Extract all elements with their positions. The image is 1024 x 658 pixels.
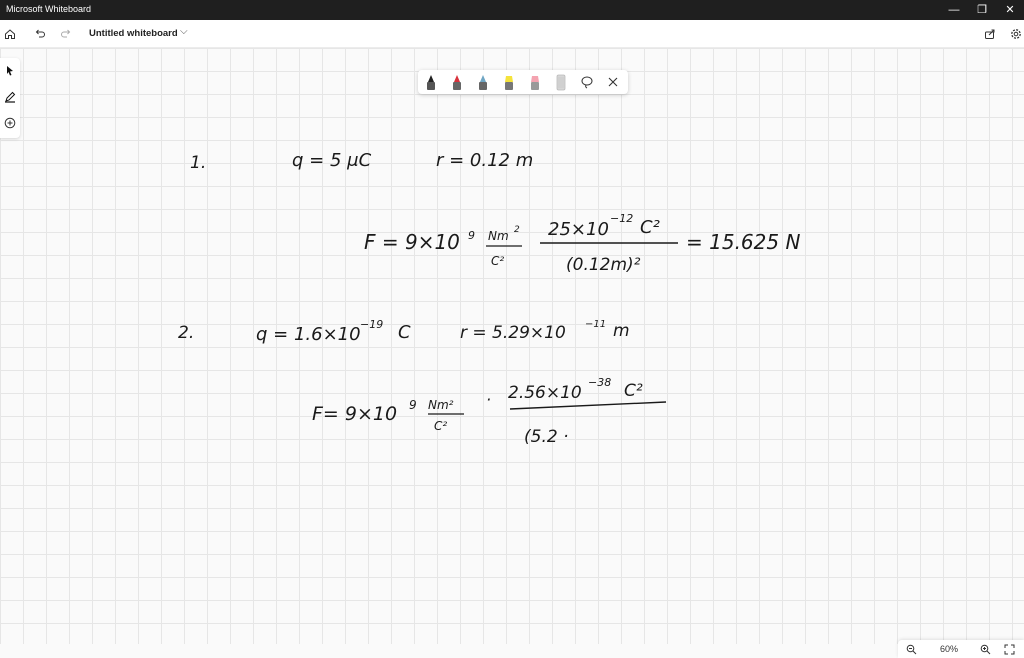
zoom-in-icon bbox=[980, 644, 990, 654]
zoom-out-icon bbox=[906, 644, 916, 654]
close-window-button[interactable]: ✕ bbox=[994, 2, 1024, 18]
pen-icon bbox=[453, 75, 461, 90]
app-title: Microsoft Whiteboard bbox=[6, 4, 92, 14]
chevron-down-icon[interactable]: ⌵ bbox=[180, 26, 188, 37]
redo-icon bbox=[61, 29, 71, 38]
lasso-icon bbox=[581, 76, 593, 89]
pink-highlighter-button[interactable] bbox=[528, 73, 542, 91]
fit-to-screen-button[interactable] bbox=[1002, 642, 1016, 656]
zoom-bar: 60% bbox=[898, 640, 1024, 658]
yellow-highlighter-button[interactable] bbox=[502, 73, 516, 91]
undo-icon bbox=[35, 29, 45, 38]
zoom-out-button[interactable] bbox=[904, 642, 918, 656]
share-button[interactable] bbox=[980, 24, 1000, 44]
inking-tool-button[interactable] bbox=[2, 88, 18, 106]
eraser-icon bbox=[556, 74, 566, 91]
blue-pen-button[interactable] bbox=[476, 73, 490, 91]
settings-button[interactable] bbox=[1006, 24, 1024, 44]
undo-button[interactable] bbox=[30, 24, 50, 44]
fit-screen-icon bbox=[1004, 644, 1014, 654]
pen-icon bbox=[5, 91, 16, 103]
left-toolbar bbox=[0, 58, 20, 138]
pointer-icon bbox=[7, 66, 13, 76]
redo-button[interactable] bbox=[56, 24, 76, 44]
zoom-level[interactable]: 60% bbox=[940, 644, 958, 654]
plus-circle-icon bbox=[4, 117, 16, 129]
top-toolbar: Untitled whiteboard ⌵ bbox=[0, 20, 1024, 48]
close-icon bbox=[608, 77, 618, 87]
share-icon bbox=[985, 29, 995, 39]
add-button[interactable] bbox=[2, 114, 18, 132]
lasso-button[interactable] bbox=[580, 74, 594, 92]
highlighter-icon bbox=[505, 76, 513, 90]
select-tool-button[interactable] bbox=[2, 62, 18, 80]
document-title[interactable]: Untitled whiteboard bbox=[89, 28, 178, 39]
home-icon bbox=[5, 29, 15, 39]
red-pen-button[interactable] bbox=[450, 73, 464, 91]
pen-tray bbox=[418, 70, 628, 94]
home-button[interactable] bbox=[0, 24, 20, 44]
whiteboard-canvas[interactable] bbox=[0, 48, 1024, 644]
eraser-button[interactable] bbox=[554, 73, 568, 91]
zoom-in-button[interactable] bbox=[978, 642, 992, 656]
pen-icon bbox=[427, 75, 435, 90]
highlighter-icon bbox=[531, 76, 539, 90]
gear-icon bbox=[1011, 29, 1021, 39]
close-pen-tray-button[interactable] bbox=[606, 74, 620, 92]
pen-icon bbox=[479, 75, 487, 90]
black-pen-button[interactable] bbox=[424, 73, 438, 91]
title-bar: Microsoft Whiteboard — ❐ ✕ bbox=[0, 0, 1024, 20]
